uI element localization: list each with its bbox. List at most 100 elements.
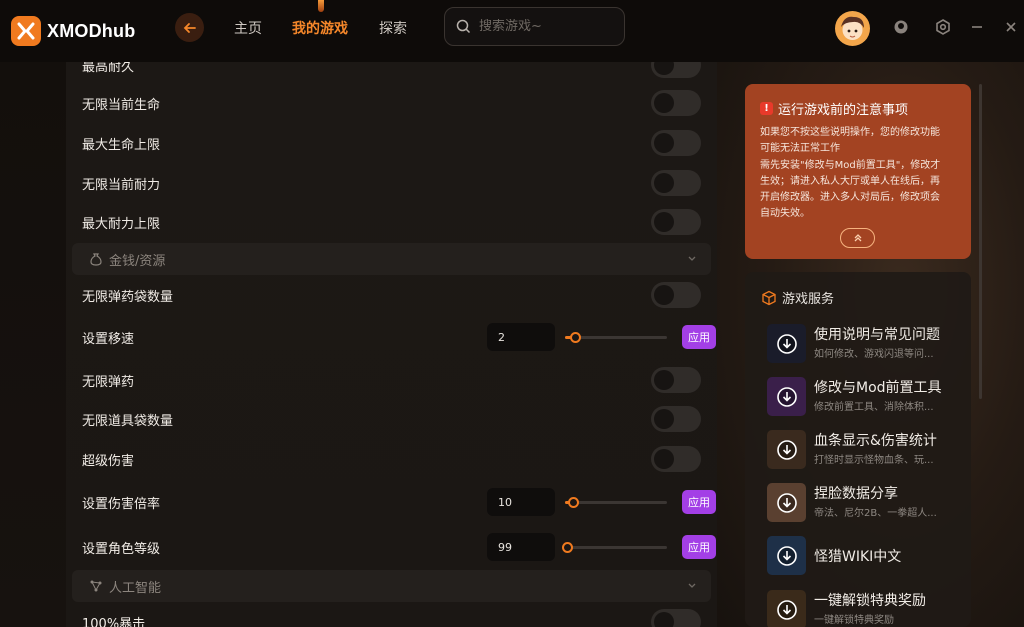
- left-gutter: [0, 62, 66, 627]
- package-icon: [762, 290, 776, 305]
- service-subtitle: 一键解锁特典奖励: [814, 615, 894, 626]
- service-item[interactable]: 血条显示&伤害统计 打怪时显示怪物血条、玩...: [767, 430, 967, 470]
- toggle-switch[interactable]: [651, 609, 701, 627]
- setting-label: 设置角色等级: [82, 541, 161, 557]
- setting-row: 无限当前耐力: [82, 168, 701, 198]
- chevron-down-icon: [688, 256, 696, 261]
- service-thumbnail: [767, 324, 806, 363]
- service-subtitle: 帝法、尼尔2B、一拳超人...: [814, 508, 937, 519]
- search-box[interactable]: [444, 7, 625, 46]
- warning-line: 生效；请进入私人大厅或单人在线后，再: [760, 175, 940, 187]
- service-item[interactable]: 修改与Mod前置工具 修改前置工具、消除体积...: [767, 377, 967, 417]
- service-thumbnail: [767, 536, 806, 575]
- service-subtitle: 修改前置工具、消除体积...: [814, 402, 934, 413]
- service-subtitle: 如何修改、游戏闪退等问...: [814, 349, 934, 360]
- nav-home[interactable]: 主页: [234, 18, 262, 38]
- setting-label: 无限当前生命: [82, 97, 161, 113]
- service-item[interactable]: 一键解锁特典奖励 一键解锁特典奖励: [767, 590, 967, 627]
- service-thumbnail: [767, 430, 806, 469]
- value-slider[interactable]: [565, 497, 667, 508]
- value-input[interactable]: 10: [487, 488, 555, 516]
- notification-icon[interactable]: [891, 17, 911, 37]
- service-thumbnail: [767, 483, 806, 522]
- back-button[interactable]: [175, 13, 204, 42]
- nav-my-games[interactable]: 我的游戏: [292, 18, 348, 38]
- value-slider[interactable]: [565, 332, 667, 343]
- setting-label: 无限弹药: [82, 374, 135, 390]
- service-subtitle: 打怪时显示怪物血条、玩...: [814, 455, 934, 466]
- toggle-switch[interactable]: [651, 62, 701, 78]
- toggle-switch[interactable]: [651, 170, 701, 196]
- setting-label: 最大耐力上限: [82, 216, 161, 232]
- setting-row: 无限当前生命: [82, 88, 701, 118]
- service-item[interactable]: 使用说明与常见问题 如何修改、游戏闪退等问...: [767, 324, 967, 364]
- section-ai[interactable]: 人工智能: [72, 570, 711, 602]
- avatar[interactable]: [835, 11, 870, 46]
- section-label: 金钱/资源: [109, 253, 166, 269]
- chevron-down-icon: [688, 583, 696, 588]
- setting-row: 无限道具袋数量: [82, 404, 701, 434]
- collapse-button[interactable]: [840, 228, 875, 248]
- warning-line: 可能无法正常工作: [760, 143, 840, 155]
- value-input[interactable]: 2: [487, 323, 555, 351]
- logo[interactable]: XMODhub: [11, 16, 135, 46]
- service-title: 一键解锁特典奖励: [814, 593, 926, 609]
- download-icon: [776, 599, 797, 620]
- setting-row: 最大生命上限: [82, 128, 701, 158]
- apply-button[interactable]: 应用: [682, 535, 716, 559]
- download-icon: [776, 492, 797, 513]
- toggle-switch[interactable]: [651, 130, 701, 156]
- logo-icon: [11, 16, 41, 46]
- warning-line: 需先安装"修改与Mod前置工具"，修改才: [760, 159, 941, 171]
- value-slider[interactable]: [562, 542, 667, 553]
- warning-body: 如果您不按这些说明操作，您的修改功能 可能无法正常工作 需先安装"修改与Mod前…: [760, 125, 959, 223]
- setting-label: 无限道具袋数量: [82, 413, 174, 429]
- logo-text: XMODhub: [47, 20, 136, 41]
- service-thumbnail: [767, 590, 806, 627]
- nav-explore[interactable]: 探索: [379, 18, 407, 38]
- value-input[interactable]: 99: [487, 533, 555, 561]
- setting-row: 最高耐久: [82, 62, 701, 80]
- setting-label: 设置移速: [82, 331, 135, 347]
- arrow-left-icon: [183, 22, 196, 33]
- cheat-settings-panel[interactable]: 最高耐久 无限当前生命 最大生命上限 无限当前耐力 最大耐力上限 金钱/资源 无…: [66, 62, 717, 627]
- service-item[interactable]: 怪猎WIKI中文: [767, 536, 967, 576]
- toggle-switch[interactable]: [651, 406, 701, 432]
- toggle-switch[interactable]: [651, 367, 701, 393]
- toggle-switch[interactable]: [651, 446, 701, 472]
- minimize-icon[interactable]: [967, 17, 987, 37]
- service-title: 使用说明与常见问题: [814, 327, 940, 343]
- close-icon[interactable]: [1001, 17, 1021, 37]
- toggle-switch[interactable]: [651, 90, 701, 116]
- apply-button[interactable]: 应用: [682, 490, 716, 514]
- warning-line: 如果您不按这些说明操作，您的修改功能: [760, 127, 940, 138]
- setting-row-slider: 设置伤害倍率 10 应用: [82, 487, 716, 517]
- section-money-resources[interactable]: 金钱/资源: [72, 243, 711, 275]
- setting-label: 超级伤害: [82, 453, 135, 469]
- scrollbar[interactable]: [979, 84, 982, 399]
- service-item[interactable]: 捏脸数据分享 帝法、尼尔2B、一拳超人...: [767, 483, 967, 523]
- service-title: 怪猎WIKI中文: [814, 549, 902, 565]
- setting-row-slider: 设置移速 2 应用: [82, 322, 716, 352]
- nav-active-indicator: [318, 0, 324, 12]
- warning-title-text: 运行游戏前的注意事项: [778, 103, 909, 118]
- setting-label: 无限当前耐力: [82, 177, 161, 193]
- money-bag-icon: [90, 253, 102, 266]
- settings-icon[interactable]: [933, 17, 953, 37]
- toggle-switch[interactable]: [651, 209, 701, 235]
- exclamation-icon: !: [760, 102, 773, 115]
- setting-row: 100%暴击: [82, 607, 701, 627]
- apply-button[interactable]: 应用: [682, 325, 716, 349]
- search-icon: [456, 19, 471, 34]
- warning-notice-card: ! 运行游戏前的注意事项 如果您不按这些说明操作，您的修改功能 可能无法正常工作…: [745, 84, 971, 259]
- ai-network-icon: [90, 580, 102, 592]
- service-title: 血条显示&伤害统计: [814, 433, 937, 449]
- setting-row: 无限弹药袋数量: [82, 280, 701, 310]
- download-icon: [776, 386, 797, 407]
- setting-label: 最大生命上限: [82, 137, 161, 153]
- download-icon: [776, 545, 797, 566]
- setting-label: 最高耐久: [82, 62, 135, 75]
- warning-line: 开启修改器。进入多人对局后，修改项会: [760, 192, 940, 204]
- toggle-switch[interactable]: [651, 282, 701, 308]
- search-input[interactable]: [479, 19, 609, 34]
